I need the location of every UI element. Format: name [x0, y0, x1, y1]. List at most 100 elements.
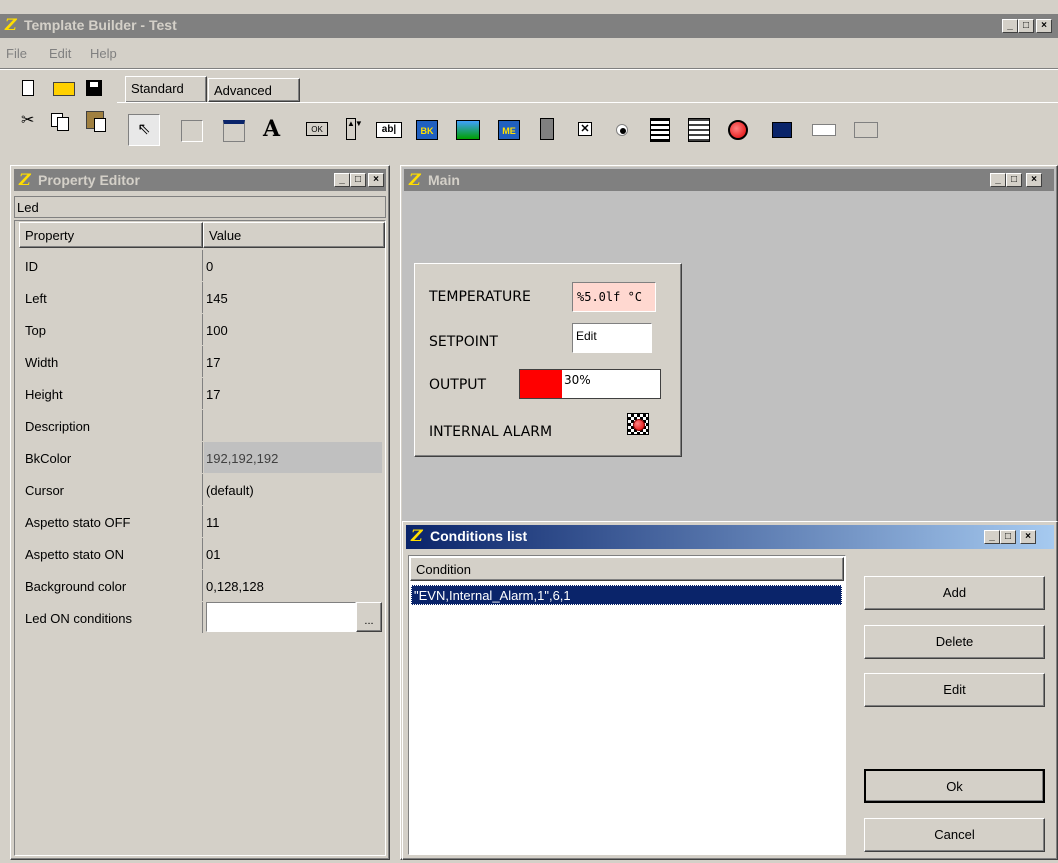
- property-row-top[interactable]: Top 100: [20, 314, 382, 347]
- property-name: ID: [20, 250, 203, 281]
- spin-tool-icon[interactable]: ▲▼: [346, 118, 363, 140]
- minimize-button[interactable]: _: [1002, 19, 1018, 33]
- property-value: 17: [206, 387, 221, 402]
- property-name: Led ON conditions: [20, 602, 203, 633]
- display-tool-icon[interactable]: [540, 118, 554, 140]
- tab-advanced[interactable]: Advanced: [208, 78, 300, 102]
- property-row-background-color[interactable]: Background color 0,128,128: [20, 570, 382, 603]
- property-row-left[interactable]: Left 145: [20, 282, 382, 315]
- label-tool-icon[interactable]: A: [263, 116, 280, 142]
- property-value: (default): [206, 483, 254, 498]
- frame-tool-icon[interactable]: [854, 122, 878, 138]
- me-tool-icon[interactable]: ME: [498, 120, 520, 140]
- property-editor-close-button[interactable]: ×: [368, 173, 384, 187]
- pointer-tool-icon[interactable]: ⇖: [128, 114, 160, 146]
- add-button[interactable]: Add: [864, 576, 1045, 610]
- conditions-column-header[interactable]: Condition: [410, 557, 844, 581]
- output-bar: 30%: [519, 369, 661, 399]
- property-name: Description: [20, 410, 203, 441]
- property-row-bkcolor[interactable]: BkColor 192,192,192: [20, 442, 382, 475]
- property-row-aspetto-off[interactable]: Aspetto stato OFF 11: [20, 506, 382, 539]
- led-on-conditions-field[interactable]: [206, 602, 356, 632]
- main-titlebar: Z Main _ □ ×: [404, 169, 1054, 191]
- app-titlebar: Z Template Builder - Test _ □ ×: [0, 14, 1058, 38]
- property-value: 11: [206, 515, 220, 530]
- object-name-text: Led: [17, 200, 39, 215]
- tab-standard-label: Standard: [131, 81, 184, 96]
- property-name: BkColor: [20, 442, 203, 473]
- property-value: 145: [206, 291, 228, 306]
- main-logo-icon: Z: [409, 170, 421, 189]
- led-on-conditions-ellipsis-button[interactable]: ...: [356, 602, 382, 632]
- ok-button[interactable]: Ok: [864, 769, 1045, 803]
- column-header-value-label: Value: [209, 228, 242, 243]
- property-row-aspetto-on[interactable]: Aspetto stato ON 01: [20, 538, 382, 571]
- close-button[interactable]: ×: [1036, 19, 1052, 33]
- property-row-height[interactable]: Height 17: [20, 378, 382, 411]
- save-icon[interactable]: [86, 80, 102, 96]
- conditions-minimize-button[interactable]: _: [984, 530, 1000, 544]
- delete-button[interactable]: Delete: [864, 625, 1045, 659]
- button-tool-icon[interactable]: OK: [306, 122, 328, 136]
- cut-icon[interactable]: ✂: [21, 110, 34, 130]
- open-folder-icon[interactable]: [53, 82, 75, 96]
- column-header-property-label: Property: [25, 228, 75, 243]
- main-maximize-button[interactable]: □: [1006, 173, 1022, 187]
- list-item[interactable]: "EVN,Internal_Alarm,1",6,1: [411, 585, 842, 605]
- column-header-value[interactable]: Value: [203, 222, 385, 248]
- listbox-tool-icon[interactable]: [650, 118, 670, 142]
- menu-help[interactable]: Help: [90, 46, 117, 61]
- edit-button[interactable]: Edit: [864, 673, 1045, 707]
- menu-edit[interactable]: Edit: [49, 46, 71, 61]
- bitmap-tool-icon[interactable]: [772, 122, 792, 138]
- property-editor-maximize-button[interactable]: □: [350, 173, 366, 187]
- image-tool-icon[interactable]: [456, 120, 480, 140]
- property-name: Aspetto stato OFF: [20, 506, 203, 537]
- property-value: 17: [206, 355, 221, 370]
- property-name: Width: [20, 346, 203, 377]
- cancel-button[interactable]: Cancel: [864, 818, 1045, 852]
- setpoint-input[interactable]: Edit: [572, 323, 652, 353]
- bk-image-tool-icon[interactable]: BK: [416, 120, 438, 140]
- tab-standard[interactable]: Standard: [125, 76, 207, 102]
- main-close-button[interactable]: ×: [1026, 173, 1042, 187]
- new-file-icon[interactable]: [22, 80, 34, 96]
- tab-advanced-label: Advanced: [214, 83, 272, 98]
- property-row-cursor[interactable]: Cursor (default): [20, 474, 382, 507]
- conditions-list[interactable]: Condition "EVN,Internal_Alarm,1",6,1: [408, 555, 846, 855]
- combobox-tool-icon[interactable]: [688, 118, 710, 142]
- setpoint-label: SETPOINT: [429, 334, 498, 350]
- internal-alarm-led-icon[interactable]: [627, 413, 649, 435]
- property-row-id[interactable]: ID 0: [20, 250, 382, 283]
- conditions-title: Conditions list: [430, 528, 528, 544]
- window-tool-icon[interactable]: [223, 120, 245, 142]
- menu-file[interactable]: File: [6, 46, 27, 61]
- app-logo-icon: Z: [5, 15, 17, 34]
- property-editor-minimize-button[interactable]: _: [334, 173, 350, 187]
- checkbox-tool-icon[interactable]: ✕: [578, 122, 592, 136]
- output-bar-fill: [520, 370, 562, 398]
- main-minimize-button[interactable]: _: [990, 173, 1006, 187]
- conditions-maximize-button[interactable]: □: [1000, 530, 1016, 544]
- template-panel: TEMPERATURE %5.0lf °C SETPOINT Edit OUTP…: [414, 263, 682, 457]
- paste-icon[interactable]: [86, 111, 106, 132]
- app-title: Template Builder - Test: [24, 17, 177, 33]
- panel-tool-icon[interactable]: [181, 120, 203, 142]
- temperature-display: %5.0lf °C: [572, 282, 656, 312]
- property-row-width[interactable]: Width 17: [20, 346, 382, 379]
- edit-tool-icon[interactable]: ab|: [376, 122, 402, 138]
- property-name: Height: [20, 378, 203, 409]
- property-value: 100: [206, 323, 228, 338]
- radio-tool-icon[interactable]: [616, 124, 628, 136]
- conditions-close-button[interactable]: ×: [1020, 530, 1036, 544]
- led-tool-icon[interactable]: [728, 120, 748, 140]
- property-row-description[interactable]: Description: [20, 410, 382, 443]
- line-tool-icon[interactable]: [812, 124, 836, 136]
- copy-icon[interactable]: [51, 113, 69, 131]
- column-header-property[interactable]: Property: [19, 222, 203, 248]
- property-name: Left: [20, 282, 203, 313]
- property-value: [204, 410, 382, 441]
- maximize-button[interactable]: □: [1018, 19, 1034, 33]
- property-editor-title: Property Editor: [38, 172, 140, 188]
- property-row-led-on-conditions[interactable]: Led ON conditions ...: [20, 602, 382, 634]
